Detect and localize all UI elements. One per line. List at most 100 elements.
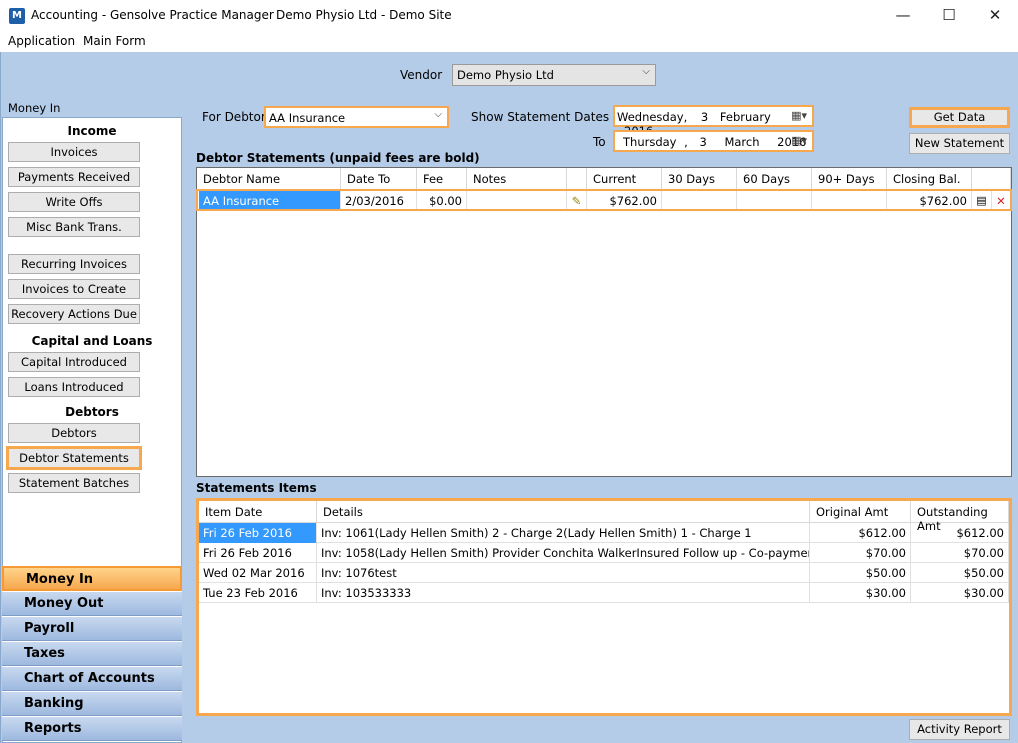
capital-introduced-button[interactable]: Capital Introduced [8,352,140,372]
from-day: 3 [700,110,709,124]
to-weekday: Thursday [623,135,677,149]
write-offs-button[interactable]: Write Offs [8,192,140,212]
debtor-select[interactable]: AA Insurance ⌵ [264,106,449,128]
for-debtor-label: For Debtor [202,110,266,124]
nav-taxes[interactable]: Taxes [2,641,182,666]
section-income-title: Income [67,124,117,138]
section-debtors-title: Debtors [65,405,119,419]
cell-debtor[interactable]: AA Insurance [199,191,341,211]
cell-details[interactable]: Inv: 103533333 [317,583,810,603]
table-row[interactable]: Fri 26 Feb 2016 Inv: 1058(Lady Hellen Sm… [199,543,1009,563]
cell-60-days[interactable] [737,191,812,211]
table-row[interactable]: Fri 26 Feb 2016 Inv: 1061(Lady Hellen Sm… [199,523,1009,543]
app-logo-icon: M [9,8,25,24]
vendor-label: Vendor [400,68,443,82]
activity-report-button[interactable]: Activity Report [909,719,1010,740]
delete-icon[interactable]: ✕ [992,191,1011,211]
debtor-statements-title: Debtor Statements (unpaid fees are bold) [196,151,480,165]
cell-90-days[interactable] [812,191,887,211]
col-item-date[interactable]: Item Date [199,501,317,523]
statement-batches-button[interactable]: Statement Batches [8,473,140,493]
recurring-invoices-button[interactable]: Recurring Invoices [8,254,140,274]
cell-item-date[interactable]: Fri 26 Feb 2016 [199,523,317,543]
cell-original[interactable]: $50.00 [810,563,911,583]
print-statement-icon[interactable]: ▤ [972,191,992,211]
nav-reports[interactable]: Reports [2,716,182,741]
nav-banking[interactable]: Banking [2,691,182,716]
recovery-actions-due-button[interactable]: Recovery Actions Due [8,304,140,324]
col-30-days[interactable]: 30 Days [662,168,737,190]
cell-notes[interactable] [467,191,567,211]
window-site: Demo Physio Ltd - Demo Site [276,8,452,22]
col-closing-bal[interactable]: Closing Bal. [887,168,972,190]
cell-30-days[interactable] [662,191,737,211]
statement-items-grid[interactable]: Item Date Details Original Amt Outstandi… [196,498,1012,716]
col-details[interactable]: Details [317,501,810,523]
col-debtor-name[interactable]: Debtor Name [197,168,341,190]
close-window-button[interactable]: ✕ [972,0,1018,31]
loans-introduced-button[interactable]: Loans Introduced [8,377,140,397]
nav-money-in[interactable]: Money In [2,566,182,591]
col-notes-edit [567,168,587,190]
col-date-to[interactable]: Date To [341,168,417,190]
from-date-picker[interactable]: Wednesday, 3 February 2016 ▦▾ [613,105,814,138]
maximize-button[interactable]: ☐ [926,0,972,31]
from-weekday: Wednesday, [617,110,688,124]
nav-money-out[interactable]: Money Out [2,591,182,616]
to-date-picker[interactable]: Thursday , 3 March 2016 ▦▾ [613,130,814,152]
pencil-icon[interactable]: ✎ [567,191,587,211]
get-data-button[interactable]: Get Data [909,107,1010,128]
cell-outstanding[interactable]: $30.00 [911,583,1009,603]
to-label: To [593,135,606,149]
col-60-days[interactable]: 60 Days [737,168,812,190]
col-notes[interactable]: Notes [467,168,567,190]
calendar-dropdown-icon[interactable]: ▦▾ [791,134,807,147]
to-separator: , [684,135,688,149]
col-outstanding-amt[interactable]: Outstanding Amt [911,501,1009,533]
cell-item-date[interactable]: Fri 26 Feb 2016 [199,543,317,563]
nav-chart-of-accounts[interactable]: Chart of Accounts [2,666,182,691]
cell-details[interactable]: Inv: 1076test [317,563,810,583]
table-row[interactable]: Wed 02 Mar 2016 Inv: 1076test $50.00 $50… [199,563,1009,583]
from-month: February [719,110,771,124]
cell-current[interactable]: $762.00 [587,191,662,211]
payments-received-button[interactable]: Payments Received [8,167,140,187]
cell-original[interactable]: $30.00 [810,583,911,603]
table-row[interactable]: Tue 23 Feb 2016 Inv: 103533333 $30.00 $3… [199,583,1009,603]
cell-outstanding[interactable]: $50.00 [911,563,1009,583]
col-fee[interactable]: Fee [417,168,467,190]
cell-original[interactable]: $70.00 [810,543,911,563]
cell-fee[interactable]: $0.00 [417,191,467,211]
invoices-button[interactable]: Invoices [8,142,140,162]
invoices-to-create-button[interactable]: Invoices to Create [8,279,140,299]
cell-details[interactable]: Inv: 1061(Lady Hellen Smith) 2 - Charge … [317,523,810,543]
col-current[interactable]: Current [587,168,662,190]
cell-outstanding[interactable]: $612.00 [911,523,1009,543]
cell-item-date[interactable]: Wed 02 Mar 2016 [199,563,317,583]
menu-main-form[interactable]: Main Form [83,34,146,48]
vendor-select[interactable]: Demo Physio Ltd ⌵ [452,64,656,86]
menu-bar [0,31,1018,52]
cell-outstanding[interactable]: $70.00 [911,543,1009,563]
debtor-statements-grid[interactable]: Debtor Name Date To Fee Notes Current 30… [196,167,1012,477]
cell-item-date[interactable]: Tue 23 Feb 2016 [199,583,317,603]
calendar-dropdown-icon[interactable]: ▦▾ [791,109,807,122]
cell-original[interactable]: $612.00 [810,523,911,543]
nav-payroll[interactable]: Payroll [2,616,182,641]
to-month: March [724,135,760,149]
statement-items-title: Statements Items [196,481,317,495]
minimize-button[interactable]: — [880,0,926,31]
menu-application[interactable]: Application [8,34,75,48]
window-title: Accounting - Gensolve Practice Manager [31,8,274,22]
cell-closing[interactable]: $762.00 [887,191,972,211]
debtors-button[interactable]: Debtors [8,423,140,443]
misc-bank-trans-button[interactable]: Misc Bank Trans. [8,217,140,237]
col-90-days[interactable]: 90+ Days [812,168,887,190]
cell-details[interactable]: Inv: 1058(Lady Hellen Smith) Provider Co… [317,543,810,563]
col-original-amt[interactable]: Original Amt [810,501,911,523]
debtor-statements-button[interactable]: Debtor Statements [6,446,142,470]
new-statement-button[interactable]: New Statement [909,133,1010,154]
section-capital-title: Capital and Loans [31,334,153,348]
to-day: 3 [699,135,707,149]
cell-date-to[interactable]: 2/03/2016 [341,191,417,211]
